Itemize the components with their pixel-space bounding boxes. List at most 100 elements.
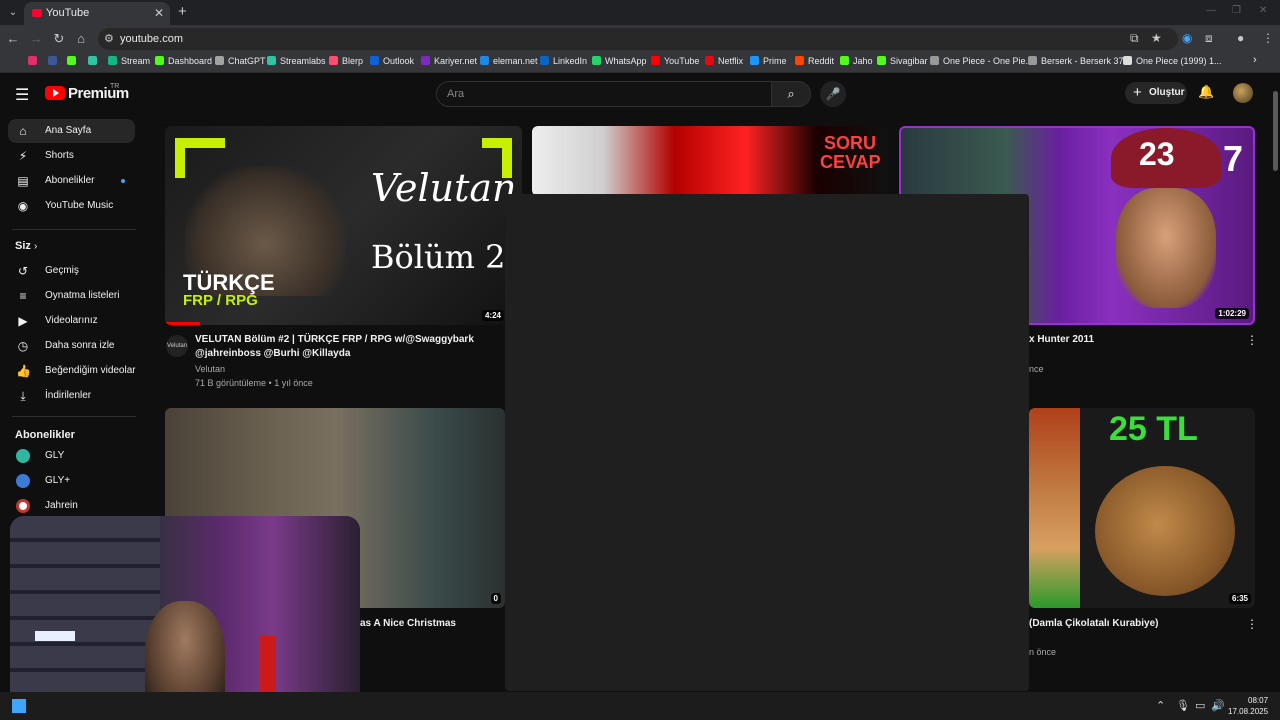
thumb-badge2-text: FRP / RPG [183,292,258,309]
bookmark-item[interactable]: Dashboard [155,56,212,66]
create-button[interactable]: + Oluştur [1125,82,1187,104]
sidebar-sub-gly[interactable]: GLY [8,444,135,468]
reload-icon[interactable]: ↻ [51,31,67,47]
volume-icon[interactable]: 🔊 [1211,699,1225,712]
start-icon[interactable] [12,699,26,713]
minimize-icon[interactable]: — [1206,5,1216,16]
bookmark-label: WhatsApp [605,56,647,66]
logo-text[interactable]: Premium [68,85,129,102]
thumbs-up-icon: 👍 [16,364,31,378]
account-avatar[interactable] [1233,83,1253,103]
thumb-corner-number: 7 [1222,138,1243,179]
channel-name[interactable]: Velutan [195,364,225,374]
bookmark-favicon-icon [1028,56,1037,65]
bookmark-item[interactable]: LinkedIn [540,56,587,66]
channel-avatar[interactable]: Velutan [166,335,188,357]
bookmark-item[interactable]: Blerp [329,56,363,66]
bookmark-item[interactable]: Outlook [370,56,414,66]
home-icon[interactable]: ⌂ [73,31,89,46]
video-title[interactable]: x Hunter 2011 [1029,333,1094,347]
profile-sync-icon[interactable]: ◉ [1182,31,1192,45]
site-info-icon[interactable]: ⚙ [104,32,114,45]
video-title[interactable]: (Damla Çikolatalı Kurabiye) [1029,617,1158,631]
sidebar-item-watch-later[interactable]: ◷ Daha sonra izle [8,334,135,358]
thumb-cookie-graphic [1095,466,1235,596]
close-tab-icon[interactable]: ✕ [154,6,164,20]
video-thumbnail-velutan[interactable]: Velutan Bölüm 2 TÜRKÇE FRP / RPG 4:24 [165,126,522,325]
microphone-icon: 🎤 [825,87,841,101]
browser-menu-icon[interactable]: ⋮ [1262,31,1274,45]
install-app-icon[interactable]: ⧉ [1130,31,1139,46]
sidebar-item-subscriptions[interactable]: ▤ Abonelikler [8,169,135,193]
bookmark-favicon-icon [267,56,276,65]
bookmark-r-icon[interactable] [48,56,61,66]
sidebar-sub-jahrein[interactable]: Jahrein [8,494,135,518]
network-icon[interactable]: ▭ [1195,699,1205,712]
bookmark-item[interactable]: Streamlabs [267,56,326,66]
thumb-text: SORU CEVAP [820,133,881,172]
extensions-icon[interactable]: ⧈ [1205,31,1213,46]
bookmark-x-icon[interactable] [67,56,80,66]
tray-chevron-up-icon[interactable]: ⌃ [1156,699,1165,712]
sidebar-item-youtube-music[interactable]: ◉ YouTube Music [8,194,135,218]
bookmark-item[interactable]: eleman.net [480,56,538,66]
sidebar-item-history[interactable]: ↺ Geçmiş [8,259,135,283]
omnibox[interactable]: ⚙ youtube.com ⧉ ★ [98,28,1178,50]
guide-menu-icon[interactable]: ☰ [15,85,29,105]
video-thumbnail-soru-cevap[interactable]: SORU CEVAP [532,126,888,196]
page-scrollbar[interactable] [1270,73,1280,692]
video-menu-kebab-icon[interactable]: ⋮ [1246,333,1258,347]
bookmark-item[interactable]: Berserk - Berserk 37... [1028,56,1131,66]
bookmark-item[interactable]: Stream [108,56,150,66]
clock-date: 17.08.2025 [1228,707,1269,716]
taskbar-clock[interactable]: 08:07 17.08.2025 [1228,695,1268,717]
sidebar-item-playlists[interactable]: ≡ Oynatma listeleri [8,284,135,308]
scrollbar-thumb[interactable] [1273,91,1278,171]
video-thumbnail-cookie[interactable]: 25 TL 6:35 [1029,408,1255,608]
bookmark-item[interactable]: Kariyer.net [421,56,477,66]
back-icon[interactable]: ← [5,31,21,46]
sidebar-sub-gly-plus[interactable]: GLY+ [8,469,135,493]
sidebar-item-liked-videos[interactable]: 👍 Beğendiğim videolar [8,359,136,383]
bookmark-item[interactable]: WhatsApp [592,56,647,66]
new-tab-button[interactable]: + [178,3,187,20]
bookmarks-overflow-icon[interactable]: › [1253,54,1257,66]
search-button[interactable]: ⌕ [771,81,811,107]
notifications-bell-icon[interactable]: 🔔 [1198,84,1214,100]
bookmark-item[interactable]: Jaho [840,56,873,66]
bookmark-green-icon[interactable] [88,56,101,66]
microphone-tray-icon[interactable]: 🎙 [1176,699,1190,712]
video-title[interactable]: as A Nice Christmas [360,617,456,631]
bookmark-item[interactable]: YouTube [651,56,699,66]
bookmark-item[interactable]: Prime [750,56,787,66]
youtube-logo-icon[interactable] [45,86,65,100]
bookmark-item[interactable]: Sivagibar [877,56,928,66]
search-placeholder: Ara [447,88,465,100]
profile-icon[interactable]: ● [1237,31,1244,45]
bookmark-item[interactable]: ChatGPT [215,56,266,66]
playlists-icon: ≡ [19,289,27,303]
sidebar-you-header[interactable]: Siz › [15,240,37,252]
video-menu-kebab-icon[interactable]: ⋮ [1246,617,1258,631]
sidebar-item-your-videos[interactable]: ▶ Videolarınız [8,309,135,333]
url-text[interactable]: youtube.com [120,33,183,45]
sidebar-item-shorts[interactable]: ⚡ Shorts [8,144,135,168]
maximize-icon[interactable]: ❐ [1232,5,1241,16]
tab-search-icon[interactable]: ⌄ [6,6,20,20]
bookmark-item[interactable]: Netflix [705,56,743,66]
sidebar-item-downloads[interactable]: ⤓ İndirilenler [8,384,135,408]
bookmark-star-icon[interactable]: ★ [1151,31,1162,45]
sidebar-item-home[interactable]: ⌂ Ana Sayfa [8,119,135,143]
bookmark-item[interactable]: One Piece (1999) 1... [1123,56,1222,66]
video-title[interactable]: VELUTAN Bölüm #2 | TÜRKÇE FRP / RPG w/@S… [195,333,474,347]
bookmark-item[interactable]: One Piece - One Pie... [930,56,1033,66]
voice-search-button[interactable]: 🎤 [820,81,846,107]
forward-icon[interactable]: → [28,31,44,46]
search-icon: ⌕ [787,86,795,101]
bookmark-item[interactable]: Reddit [795,56,834,66]
search-input[interactable]: Ara [436,81,772,107]
browser-tab-youtube[interactable]: YouTube ✕ [24,2,170,25]
video-title-line2[interactable]: @jahreinboss @Burhi @Killayda [195,347,350,361]
close-window-icon[interactable]: ✕ [1259,5,1267,16]
bookmark-instagram-icon[interactable] [28,56,41,66]
